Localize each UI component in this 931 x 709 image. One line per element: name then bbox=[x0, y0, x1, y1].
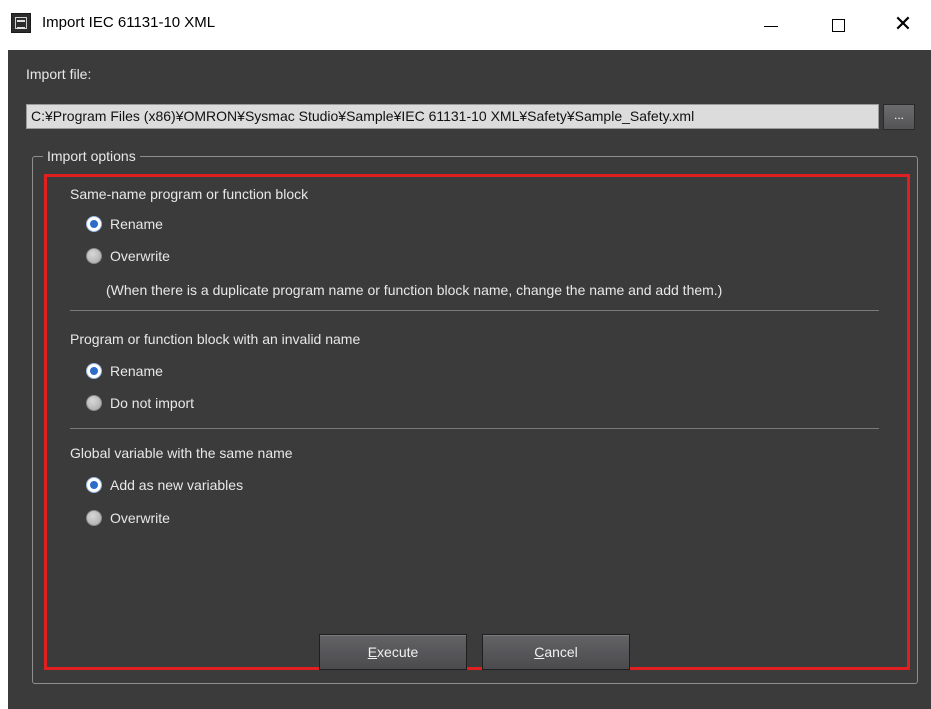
execute-label: xecute bbox=[377, 644, 419, 660]
section-separator bbox=[70, 310, 879, 311]
radio-label: Rename bbox=[110, 216, 163, 232]
radio-label: Overwrite bbox=[110, 248, 170, 264]
radio-unselected-icon bbox=[86, 395, 102, 411]
browse-button[interactable]: ... bbox=[883, 104, 915, 130]
import-file-label: Import file: bbox=[26, 66, 92, 82]
cancel-accelerator: C bbox=[534, 644, 545, 660]
cancel-button[interactable]: Cancel bbox=[482, 634, 630, 670]
minimize-icon bbox=[764, 25, 778, 27]
radio-selected-icon bbox=[86, 363, 102, 379]
invalid-name-do-not-import-radio[interactable]: Do not import bbox=[86, 393, 194, 413]
radio-unselected-icon bbox=[86, 510, 102, 526]
execute-button[interactable]: Execute bbox=[319, 634, 467, 670]
radio-unselected-icon bbox=[86, 248, 102, 264]
highlight-box bbox=[44, 174, 910, 670]
same-name-section-title: Same-name program or function block bbox=[70, 186, 309, 202]
import-file-path-input[interactable]: C:¥Program Files (x86)¥OMRON¥Sysmac Stud… bbox=[26, 104, 879, 129]
window-title: Import IEC 61131-10 XML bbox=[42, 14, 216, 31]
dialog-body: Import file: C:¥Program Files (x86)¥OMRO… bbox=[8, 50, 931, 709]
radio-label: Rename bbox=[110, 363, 163, 379]
invalid-name-section-title: Program or function block with an invali… bbox=[70, 331, 361, 347]
maximize-icon bbox=[831, 18, 845, 32]
minimize-button[interactable] bbox=[748, 0, 794, 50]
radio-selected-icon bbox=[86, 216, 102, 232]
import-dialog: Import IEC 61131-10 XML ✕ Import file: C… bbox=[0, 0, 931, 709]
radio-label: Add as new variables bbox=[110, 477, 244, 493]
cancel-label: ancel bbox=[544, 644, 578, 660]
radio-label: Do not import bbox=[110, 395, 195, 411]
same-name-rename-radio[interactable]: Rename bbox=[86, 214, 163, 234]
section-separator bbox=[70, 428, 879, 429]
global-variable-add-radio[interactable]: Add as new variables bbox=[86, 475, 243, 495]
radio-selected-icon bbox=[86, 477, 102, 493]
import-options-title: Import options bbox=[43, 148, 140, 164]
close-button[interactable]: ✕ bbox=[880, 0, 926, 50]
same-name-note: (When there is a duplicate program name … bbox=[106, 282, 723, 298]
app-icon bbox=[11, 13, 31, 33]
invalid-name-rename-radio[interactable]: Rename bbox=[86, 361, 163, 381]
global-variable-section-title: Global variable with the same name bbox=[70, 445, 293, 461]
radio-label: Overwrite bbox=[110, 510, 170, 526]
close-icon: ✕ bbox=[893, 12, 913, 37]
same-name-overwrite-radio[interactable]: Overwrite bbox=[86, 246, 170, 266]
global-variable-overwrite-radio[interactable]: Overwrite bbox=[86, 508, 170, 528]
title-bar: Import IEC 61131-10 XML ✕ bbox=[0, 0, 931, 50]
execute-accelerator: E bbox=[367, 644, 378, 660]
maximize-button[interactable] bbox=[815, 0, 861, 50]
